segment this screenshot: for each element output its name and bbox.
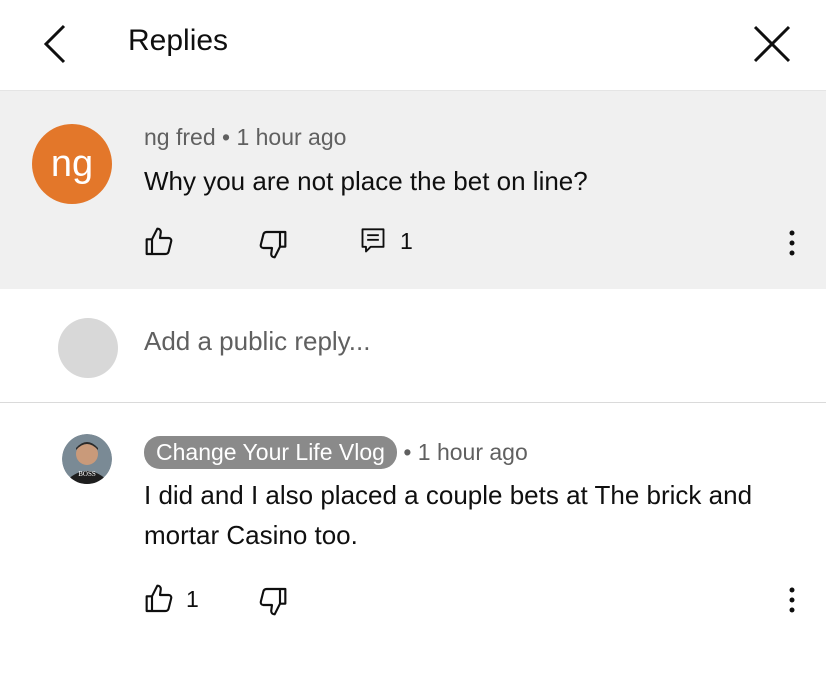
comment-meta: ng fred • 1 hour ago — [144, 124, 346, 151]
comment-time: 1 hour ago — [417, 439, 528, 465]
dislike-button[interactable] — [256, 228, 288, 260]
comment-time: 1 hour ago — [236, 124, 347, 150]
comment-text: I did and I also placed a couple bets at… — [144, 480, 753, 550]
thumbs-up-icon — [145, 227, 173, 256]
thumbs-down-icon — [259, 230, 287, 259]
parent-comment: ng ng fred • 1 hour ago Why you are not … — [0, 91, 826, 289]
reply-count-button[interactable]: 1 — [360, 227, 413, 255]
reply-count: 1 — [400, 227, 413, 254]
like-button[interactable]: 1 — [144, 583, 199, 615]
reply-input[interactable] — [144, 326, 784, 357]
chevron-left-icon[interactable] — [36, 22, 76, 66]
meta-separator: • — [403, 439, 412, 465]
top-bar: Replies — [0, 0, 826, 91]
like-button[interactable] — [144, 226, 176, 258]
close-icon[interactable] — [752, 24, 792, 64]
avatar[interactable]: BOSS — [62, 434, 112, 484]
avatar-initials: ng — [50, 142, 94, 185]
comment-meta: Change Your Life Vlog • 1 hour ago — [144, 436, 528, 469]
thumbs-down-icon — [259, 587, 287, 616]
meta-separator: • — [222, 124, 231, 150]
more-vert-icon[interactable] — [786, 585, 798, 615]
comment-text: Why you are not place the bet on line? — [144, 166, 588, 196]
like-count: 1 — [186, 585, 199, 612]
reply-composer — [0, 290, 826, 403]
comment-icon — [361, 228, 385, 253]
reply-comment: BOSS Change Your Life Vlog • 1 hour ago … — [0, 403, 826, 690]
avatar[interactable]: ng — [32, 124, 112, 204]
author-chip[interactable]: Change Your Life Vlog — [144, 436, 397, 469]
more-vert-icon[interactable] — [786, 228, 798, 258]
avatar-shirt-text: BOSS — [78, 470, 96, 478]
avatar — [58, 318, 118, 378]
page-title: Replies — [128, 24, 229, 57]
comment-author[interactable]: ng fred — [144, 124, 216, 150]
dislike-button[interactable] — [256, 585, 288, 617]
thumbs-up-icon — [145, 584, 173, 613]
